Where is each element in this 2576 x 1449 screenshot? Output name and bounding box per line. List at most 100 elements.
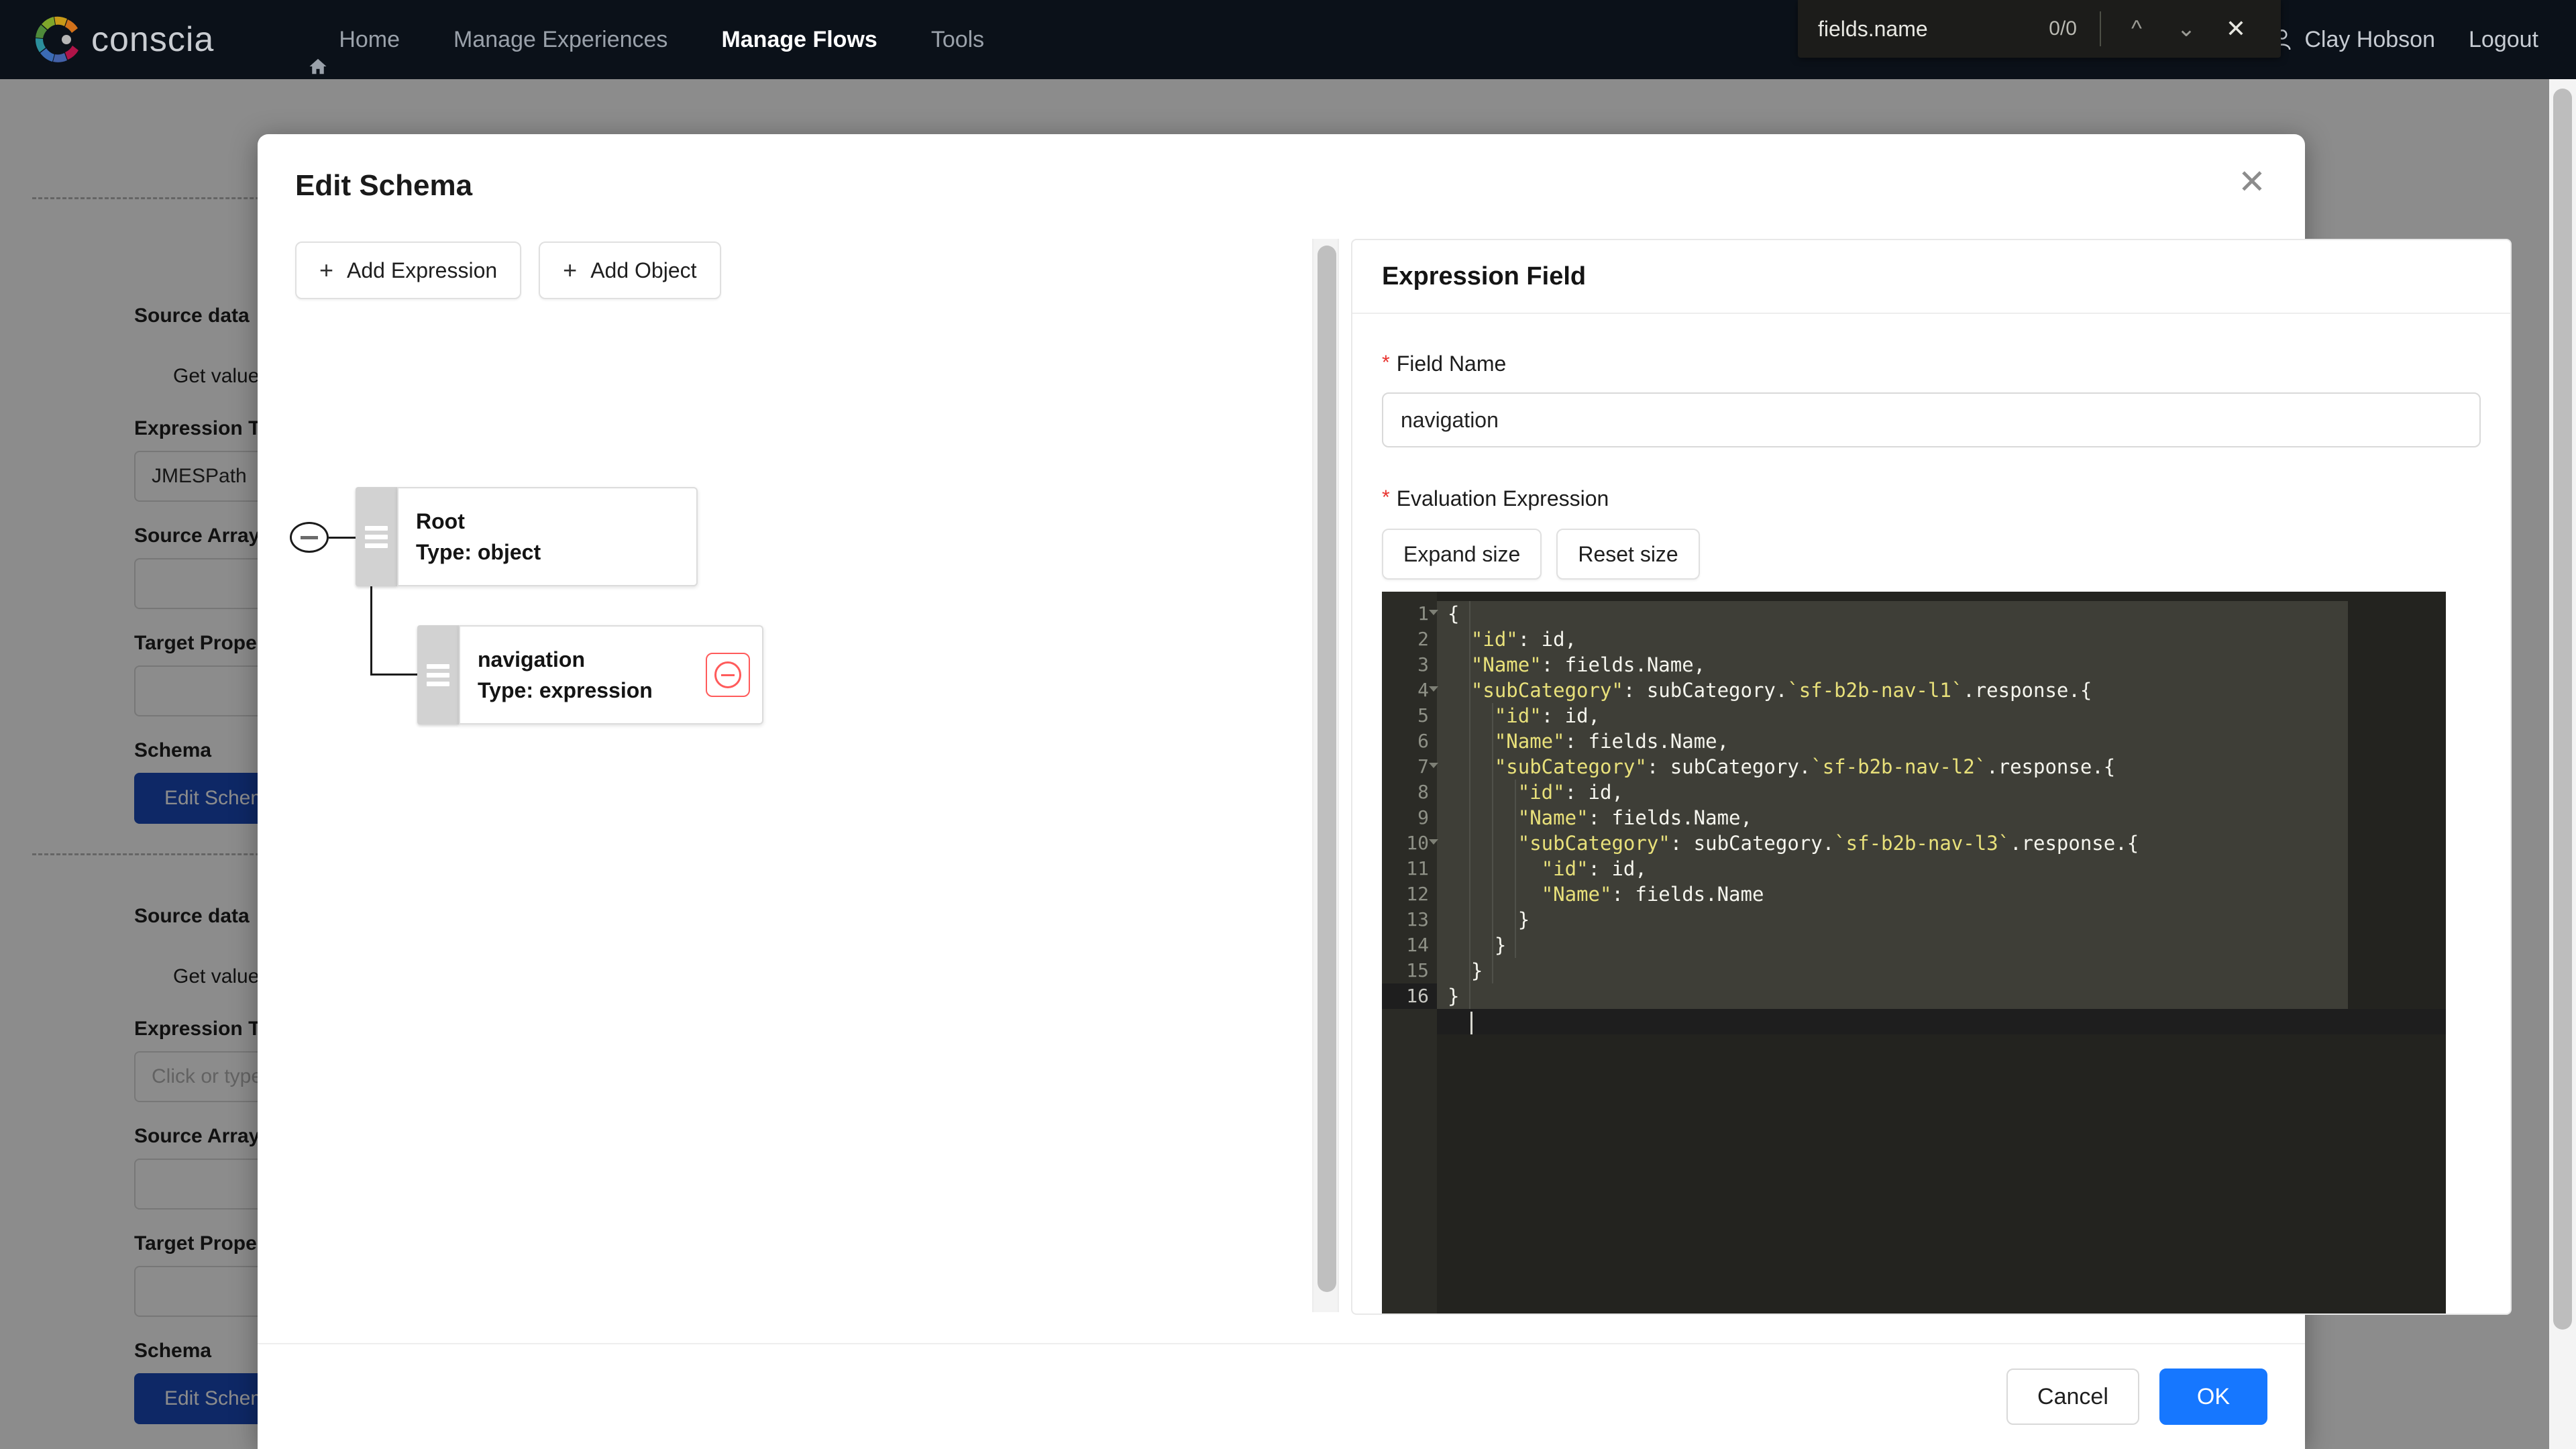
ok-button[interactable]: OK xyxy=(2159,1368,2267,1425)
editor-active-line-highlight xyxy=(1437,1009,2446,1034)
minus-circle-icon xyxy=(714,661,741,688)
modal-pane-scrollbar[interactable] xyxy=(1312,239,1339,1312)
delete-node-button[interactable] xyxy=(706,653,750,697)
browser-find-bar: fields.name 0/0 ^ ⌄ ✕ xyxy=(1798,0,2281,58)
page-scrollbar-thumb[interactable] xyxy=(2553,89,2572,1330)
editor-line-number: 9 xyxy=(1417,806,1429,828)
chevron-down-icon[interactable]: ⌄ xyxy=(2161,4,2211,54)
field-name-input[interactable]: navigation xyxy=(1382,392,2481,447)
editor-code-line[interactable]: "Name": fields.Name, xyxy=(1437,652,2446,678)
editor-code-line[interactable]: "subCategory": subCategory.`sf-b2b-nav-l… xyxy=(1437,678,2446,703)
drag-handle-bars xyxy=(427,660,449,690)
editor-code-line[interactable]: } xyxy=(1437,907,2446,932)
cancel-button[interactable]: Cancel xyxy=(2006,1368,2139,1425)
editor-line-number: 11 xyxy=(1406,857,1429,879)
modal-body: + Add Expression + Add Object Root Type:… xyxy=(258,235,2512,1343)
field-name-label: * Field Name xyxy=(1382,352,2481,376)
nav-item-home[interactable]: Home xyxy=(281,0,427,79)
editor-line-number: 10 xyxy=(1382,830,1438,856)
tree-node-name: Root xyxy=(416,508,465,533)
add-expression-button[interactable]: + Add Expression xyxy=(295,241,522,299)
drag-handle-icon[interactable] xyxy=(356,487,397,586)
editor-code-line[interactable]: "Name": fields.Name, xyxy=(1437,729,2446,754)
expression-field-panel: Expression Field * Field Name navigation… xyxy=(1351,239,2512,1315)
logout-link[interactable]: Logout xyxy=(2458,27,2549,53)
brand-logo[interactable]: conscia xyxy=(32,13,214,66)
nav-item-manage-experiences[interactable]: Manage Experiences xyxy=(427,0,694,79)
editor-code-line[interactable]: { xyxy=(1437,601,2446,627)
editor-caret xyxy=(1470,1012,1472,1034)
add-expression-label: Add Expression xyxy=(347,258,498,282)
nav-right-group: Clay Hobson Logout xyxy=(2249,27,2549,53)
editor-line-number: 2 xyxy=(1417,628,1429,650)
editor-code-line[interactable]: "Name": fields.Name xyxy=(1437,881,2446,907)
tree-node-navigation-box[interactable]: navigation Type: expression xyxy=(459,625,763,724)
tree-node-root[interactable]: Root Type: object xyxy=(356,487,698,586)
close-icon[interactable]: ✕ xyxy=(2229,158,2275,205)
editor-gutter: 1 2 3 4 5 6 7 8 9 10 11 12 13 14 15 16 xyxy=(1382,592,1438,1313)
editor-line-number: 15 xyxy=(1406,959,1429,981)
find-match-count: 0/0 xyxy=(2049,17,2077,40)
page-scrollbar[interactable] xyxy=(2549,79,2576,1449)
editor-line-number: 6 xyxy=(1417,730,1429,752)
editor-code-line[interactable]: } xyxy=(1437,958,2446,983)
modal-header: Edit Schema ✕ xyxy=(258,134,2305,235)
drag-handle-bars xyxy=(365,522,388,552)
tree-node-type: Type: object xyxy=(416,540,541,564)
field-name-label-text: Field Name xyxy=(1396,352,1507,376)
conscia-logo-icon xyxy=(32,13,85,66)
brand-name: conscia xyxy=(91,20,215,59)
user-name: Clay Hobson xyxy=(2304,26,2435,52)
tree-node-type: Type: expression xyxy=(478,678,653,702)
evaluation-expression-label-text: Evaluation Expression xyxy=(1396,486,1609,511)
editor-line-number: 7 xyxy=(1382,754,1438,780)
editor-code-line[interactable]: "id": id, xyxy=(1437,856,2446,881)
editor-code-line[interactable]: "id": id, xyxy=(1437,780,2446,805)
reset-size-button[interactable]: Reset size xyxy=(1556,529,1700,580)
schema-toolbar: + Add Expression + Add Object xyxy=(295,241,1049,299)
editor-code-line[interactable]: "id": id, xyxy=(1437,627,2446,652)
tree-edge-toggle xyxy=(329,537,356,539)
chevron-up-icon[interactable]: ^ xyxy=(2112,4,2161,54)
schema-tree-pane: + Add Expression + Add Object Root Type:… xyxy=(258,235,1049,1343)
close-icon[interactable]: ✕ xyxy=(2211,4,2261,54)
evaluation-expression-label: * Evaluation Expression xyxy=(1382,486,2481,511)
editor-code-line[interactable]: "Name": fields.Name, xyxy=(1437,805,2446,830)
modal-footer: Cancel OK xyxy=(258,1343,2305,1449)
editor-line-number: 8 xyxy=(1417,781,1429,803)
editor-code-area[interactable]: { "id": id, "Name": fields.Name, "subCat… xyxy=(1437,592,2446,1313)
add-object-button[interactable]: + Add Object xyxy=(539,241,721,299)
editor-code-line[interactable]: "subCategory": subCategory.`sf-b2b-nav-l… xyxy=(1437,754,2446,780)
collapse-minus-icon[interactable] xyxy=(290,522,329,553)
nav-item-home-label: Home xyxy=(339,27,400,52)
modal-title: Edit Schema xyxy=(295,169,473,202)
editor-line-number: 12 xyxy=(1406,883,1429,905)
editor-line-number: 4 xyxy=(1382,678,1438,703)
editor-code-line[interactable]: "subCategory": subCategory.`sf-b2b-nav-l… xyxy=(1437,830,2446,856)
modal-pane-scrollbar-thumb[interactable] xyxy=(1318,246,1336,1292)
edit-schema-modal: Edit Schema ✕ + Add Expression + Add Obj… xyxy=(258,134,2512,1449)
editor-code-line[interactable]: } xyxy=(1437,983,2446,1009)
required-asterisk: * xyxy=(1382,486,1390,508)
tree-edge-vertical xyxy=(370,586,372,675)
main-nav-items: Home Manage Experiences Manage Flows Too… xyxy=(281,0,1011,79)
editor-line-number: 16 xyxy=(1382,983,1437,1009)
evaluation-expression-editor[interactable]: 1 2 3 4 5 6 7 8 9 10 11 12 13 14 15 16 { "id": id, "Nam… xyxy=(1382,592,2446,1313)
editor-line-number: 1 xyxy=(1382,601,1438,627)
editor-code-line[interactable]: "id": id, xyxy=(1437,703,2446,729)
nav-item-manage-flows[interactable]: Manage Flows xyxy=(694,0,904,79)
editor-line-number: 3 xyxy=(1417,653,1429,676)
panel-header: Expression Field xyxy=(1352,240,2510,314)
add-object-label: Add Object xyxy=(590,258,697,282)
plus-icon: + xyxy=(563,256,578,284)
find-query-input[interactable]: fields.name xyxy=(1818,17,1928,42)
drag-handle-icon[interactable] xyxy=(417,625,459,724)
nav-item-tools[interactable]: Tools xyxy=(904,0,1011,79)
tree-node-navigation[interactable]: navigation Type: expression xyxy=(417,625,763,724)
editor-lines[interactable]: { "id": id, "Name": fields.Name, "subCat… xyxy=(1437,601,2446,1009)
tree-node-name: navigation xyxy=(478,647,586,672)
editor-code-line[interactable]: } xyxy=(1437,932,2446,958)
tree-node-root-box[interactable]: Root Type: object xyxy=(397,487,698,586)
panel-title: Expression Field xyxy=(1382,262,1587,290)
expand-size-button[interactable]: Expand size xyxy=(1382,529,1542,580)
